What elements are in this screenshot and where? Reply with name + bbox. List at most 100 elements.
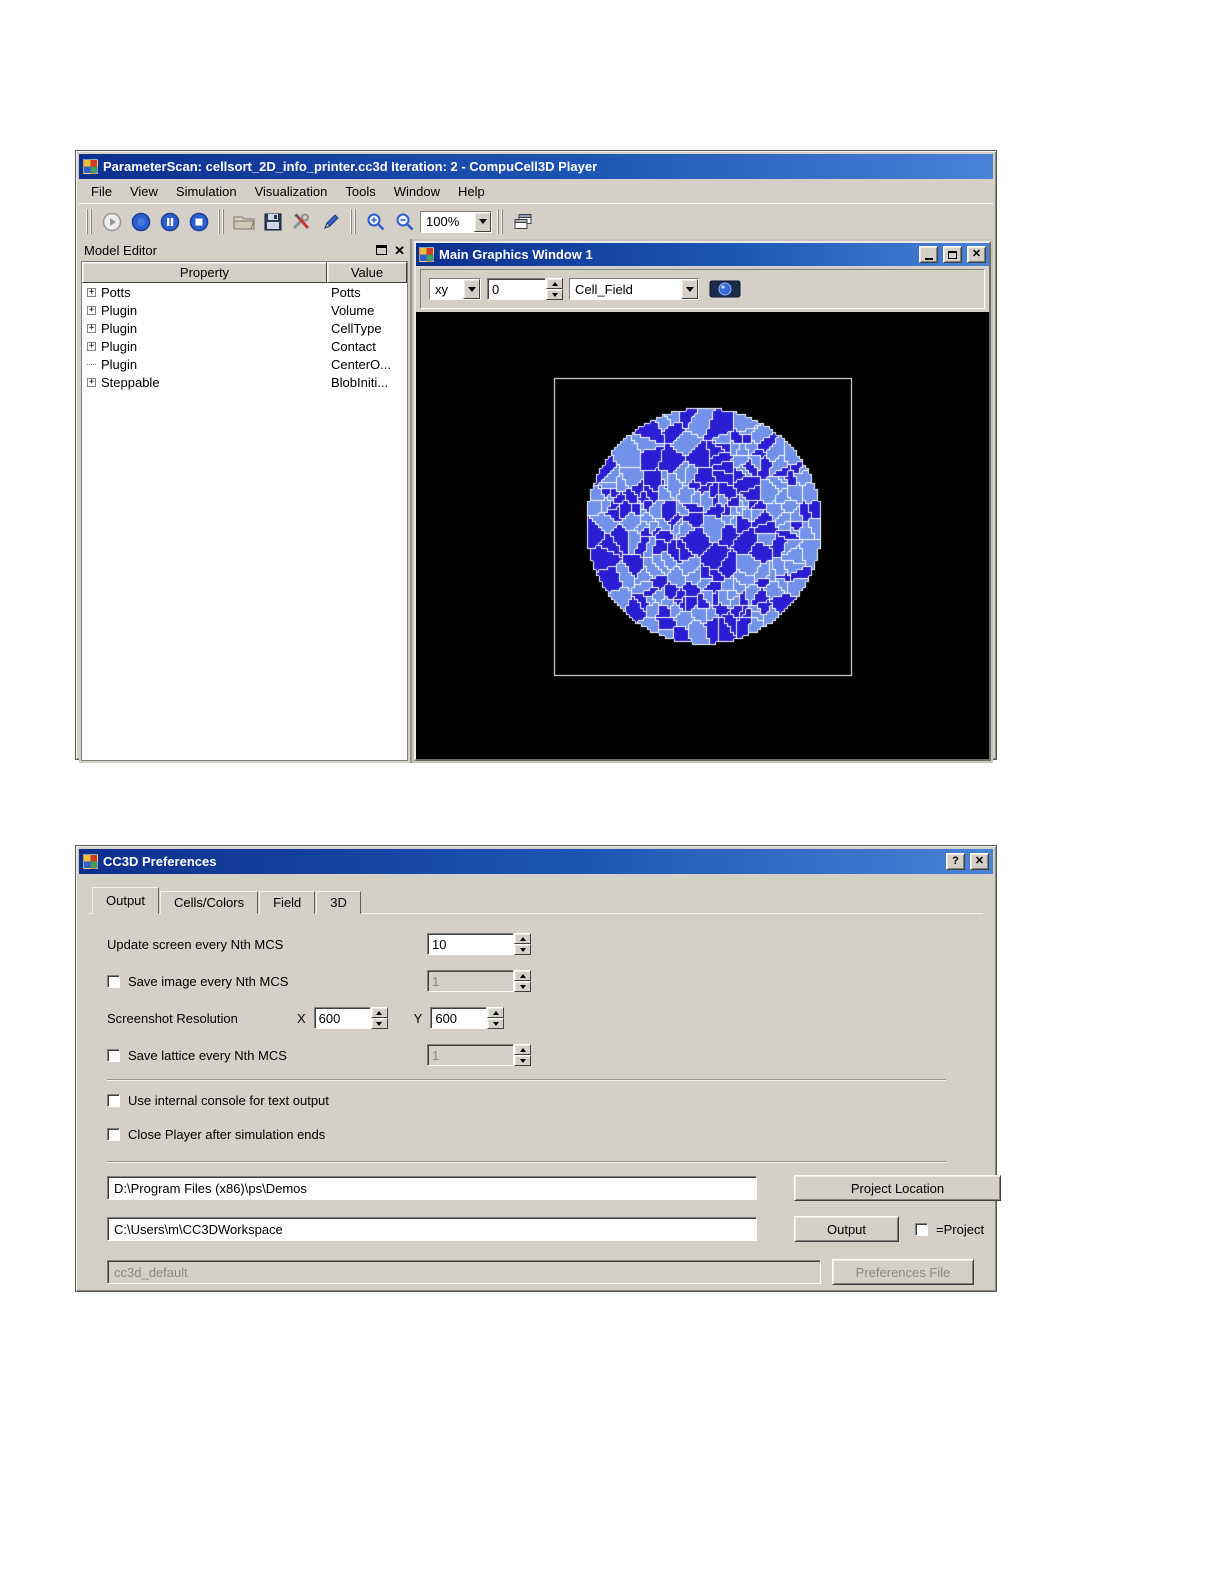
toolbar-grip[interactable] xyxy=(350,209,357,234)
cell-field-view[interactable] xyxy=(416,312,989,759)
tab-cells-colors[interactable]: Cells/Colors xyxy=(160,891,259,914)
screenshot-resolution-row: Screenshot Resolution X Y xyxy=(107,1007,505,1029)
chevron-down-icon[interactable] xyxy=(463,279,480,299)
play-button[interactable] xyxy=(98,208,126,236)
output-button[interactable]: Output xyxy=(794,1216,899,1242)
chevron-down-icon[interactable] xyxy=(681,279,698,299)
preferences-titlebar[interactable]: CC3D Preferences ? ✕ xyxy=(79,849,993,874)
spin-down-icon[interactable] xyxy=(370,1018,388,1029)
help-button[interactable]: ? xyxy=(946,853,965,870)
save-button[interactable] xyxy=(259,208,287,236)
tree-row-property: Potts xyxy=(101,284,131,300)
edit-button[interactable] xyxy=(317,208,345,236)
project-location-button[interactable]: Project Location xyxy=(794,1175,1001,1201)
spin-down-icon[interactable] xyxy=(514,944,531,955)
column-header-property[interactable]: Property xyxy=(82,262,327,283)
zoom-in-button[interactable] xyxy=(362,208,390,236)
maximize-button[interactable] xyxy=(943,246,962,263)
expander-icon[interactable]: + xyxy=(87,287,96,297)
plane-index-spin[interactable] xyxy=(487,278,563,300)
menu-file[interactable]: File xyxy=(82,181,121,202)
tools-button[interactable] xyxy=(288,208,316,236)
spin-down-icon[interactable] xyxy=(546,289,563,300)
column-header-value[interactable]: Value xyxy=(327,262,407,283)
expander-icon[interactable]: + xyxy=(87,377,96,387)
floppy-icon xyxy=(264,213,282,230)
tree-row[interactable]: + Plugin Volume xyxy=(82,301,407,319)
toolbar-grip[interactable] xyxy=(497,209,504,234)
preferences-file-input xyxy=(107,1260,821,1284)
tree-row[interactable]: + Potts Potts xyxy=(82,283,407,301)
new-graphics-window-button[interactable] xyxy=(509,208,537,236)
graphics-toolbar-outer: xy Cell_Field xyxy=(416,266,989,312)
spin-up-icon[interactable] xyxy=(546,278,563,289)
output-path-input[interactable] xyxy=(107,1217,757,1241)
toolbar-grip[interactable] xyxy=(86,209,93,234)
menu-tools[interactable]: Tools xyxy=(336,181,384,202)
menu-simulation[interactable]: Simulation xyxy=(167,181,246,202)
open-button[interactable] xyxy=(230,208,258,236)
close-button[interactable]: ✕ xyxy=(967,246,986,263)
close-player-checkbox[interactable] xyxy=(107,1128,120,1141)
model-editor-panel: Model Editor ✕ Property Value + Potts Pot… xyxy=(79,239,412,763)
save-image-checkbox[interactable] xyxy=(107,974,120,988)
menu-view[interactable]: View xyxy=(121,181,167,202)
tree-row[interactable]: Plugin CenterO... xyxy=(82,355,407,373)
resolution-y-input[interactable] xyxy=(430,1007,488,1029)
close-button[interactable]: ✕ xyxy=(970,853,989,870)
resolution-x-spin[interactable] xyxy=(313,1007,388,1029)
update-screen-spin[interactable] xyxy=(427,933,531,955)
tree-row[interactable]: + Plugin CellType xyxy=(82,319,407,337)
resolution-y-spin[interactable] xyxy=(430,1007,505,1029)
output-location-row: Output =Project xyxy=(107,1216,984,1242)
plane-value: xy xyxy=(430,279,463,299)
zoom-level-combo[interactable]: 100% xyxy=(420,210,492,233)
chevron-down-icon[interactable] xyxy=(474,211,491,232)
separator xyxy=(107,1161,946,1163)
menubar: File View Simulation Visualization Tools… xyxy=(79,179,993,203)
expander-icon[interactable]: + xyxy=(87,323,96,333)
cell-field-canvas[interactable] xyxy=(416,312,989,736)
menu-visualization[interactable]: Visualization xyxy=(246,181,337,202)
internal-console-label: Use internal console for text output xyxy=(128,1093,329,1108)
menu-help[interactable]: Help xyxy=(449,181,494,202)
plane-combo[interactable]: xy xyxy=(429,278,481,300)
toolbar-grip[interactable] xyxy=(218,209,225,234)
stop-button[interactable] xyxy=(185,208,213,236)
x-label: X xyxy=(297,1010,306,1026)
tree-row-value: CellType xyxy=(331,320,382,336)
expander-icon[interactable]: + xyxy=(87,341,96,351)
player-titlebar[interactable]: ParameterScan: cellsort_2D_info_printer.… xyxy=(79,154,993,179)
close-player-row: Close Player after simulation ends xyxy=(107,1127,325,1142)
field-combo[interactable]: Cell_Field xyxy=(569,278,699,300)
dock-close-icon[interactable]: ✕ xyxy=(394,244,405,257)
model-editor-title: Model Editor xyxy=(84,242,157,258)
spin-up-icon[interactable] xyxy=(370,1007,388,1018)
project-path-input[interactable] xyxy=(107,1176,757,1200)
zoom-level-value: 100% xyxy=(421,211,474,232)
pause-button[interactable] xyxy=(156,208,184,236)
graphics-titlebar[interactable]: Main Graphics Window 1 ✕ xyxy=(416,243,989,266)
dock-float-icon[interactable] xyxy=(376,245,388,255)
internal-console-checkbox[interactable] xyxy=(107,1094,120,1107)
equals-project-checkbox[interactable] xyxy=(915,1222,928,1236)
step-button[interactable] xyxy=(127,208,155,236)
tab-field[interactable]: Field xyxy=(259,891,316,914)
tree-row[interactable]: + Steppable BlobIniti... xyxy=(82,373,407,391)
plane-index-input[interactable] xyxy=(487,278,546,300)
update-screen-input[interactable] xyxy=(427,933,514,955)
minimize-button[interactable] xyxy=(919,246,938,263)
spin-up-icon[interactable] xyxy=(487,1007,505,1018)
tab-3d[interactable]: 3D xyxy=(316,891,361,914)
zoom-out-button[interactable] xyxy=(391,208,419,236)
graphics-toolbar: xy Cell_Field xyxy=(420,269,985,309)
resolution-x-input[interactable] xyxy=(313,1007,371,1029)
menu-window[interactable]: Window xyxy=(385,181,449,202)
spin-up-icon[interactable] xyxy=(514,933,531,944)
tree-row[interactable]: + Plugin Contact xyxy=(82,337,407,355)
spin-down-icon[interactable] xyxy=(487,1018,505,1029)
tab-output[interactable]: Output xyxy=(92,887,160,914)
save-lattice-checkbox[interactable] xyxy=(107,1048,120,1062)
snapshot-button[interactable] xyxy=(705,275,745,303)
expander-icon[interactable]: + xyxy=(87,305,96,315)
